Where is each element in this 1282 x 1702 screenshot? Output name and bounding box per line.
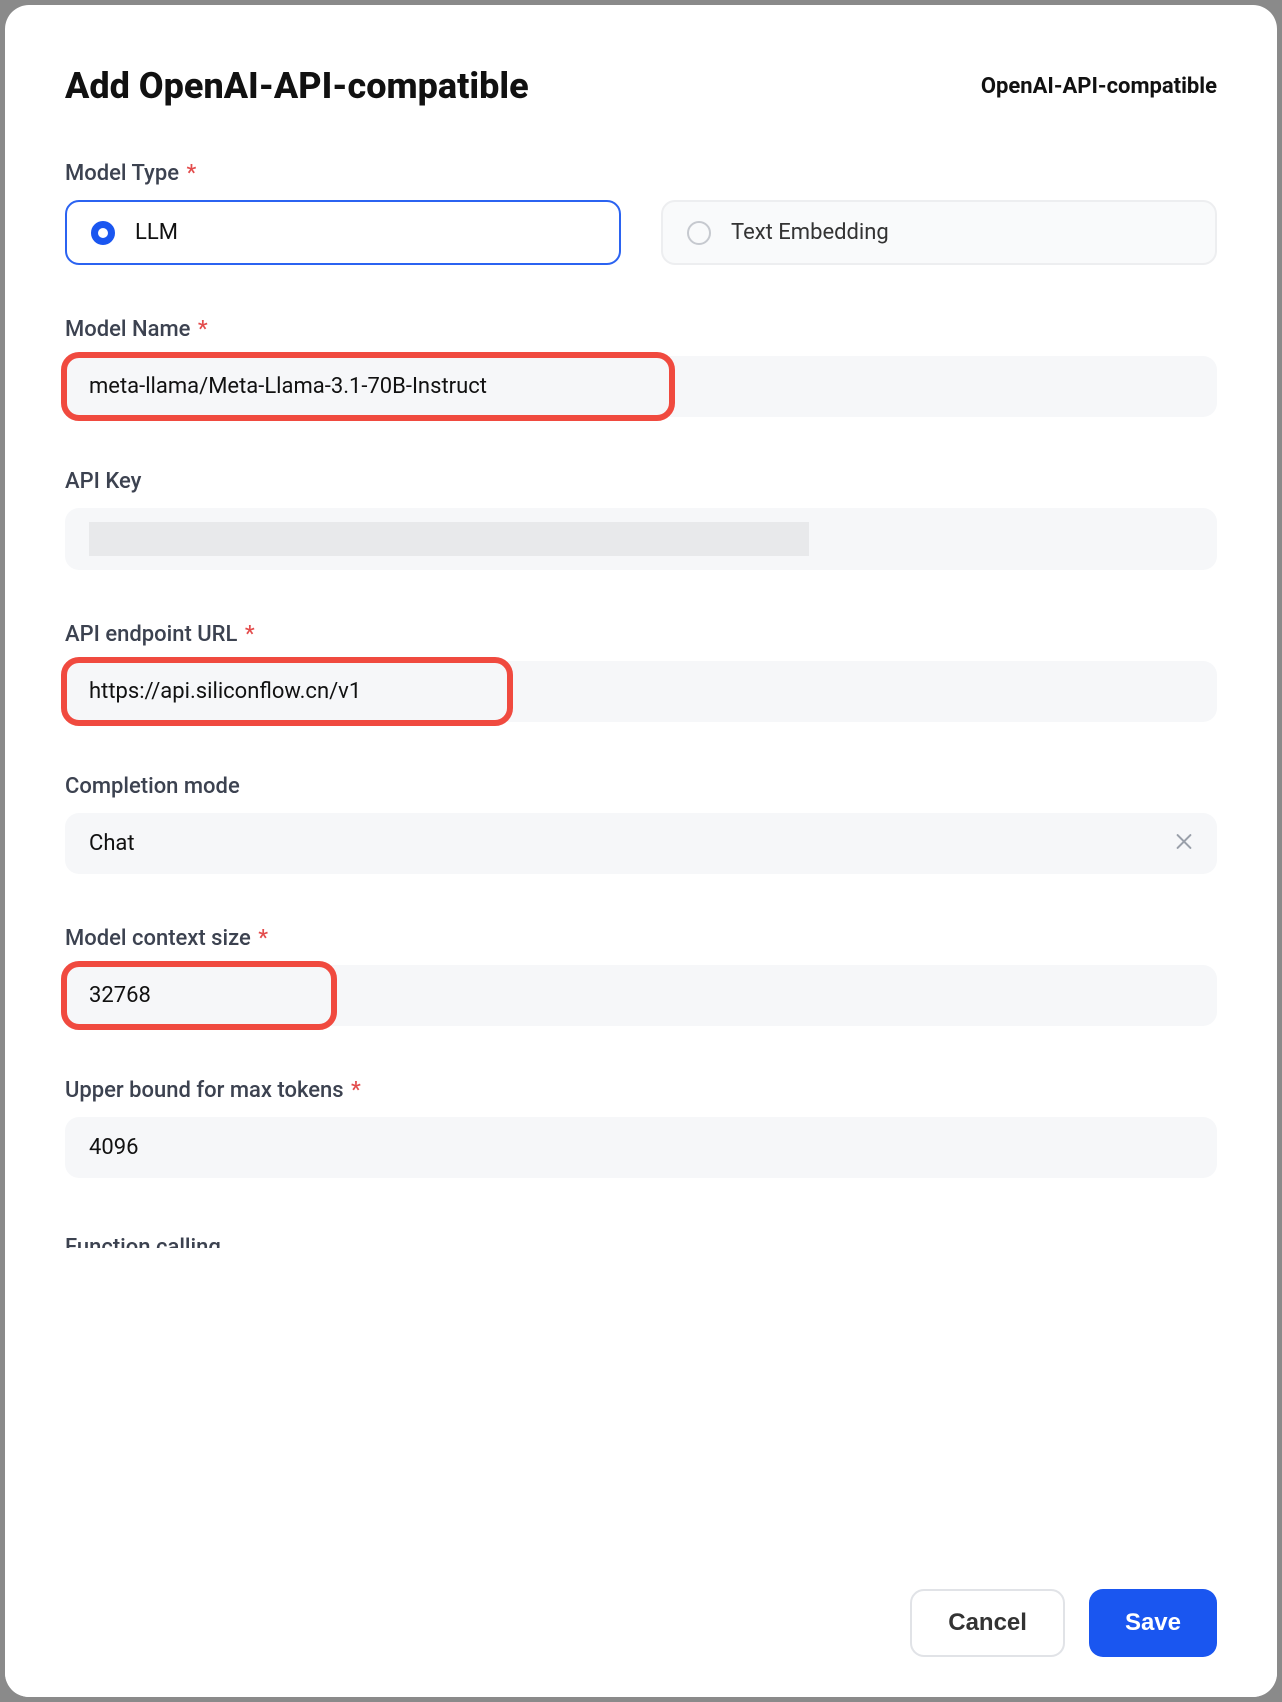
save-button[interactable]: Save	[1089, 1589, 1217, 1657]
required-asterisk: *	[346, 1078, 361, 1103]
field-model-context-size: Model context size *	[65, 926, 1217, 1026]
input-model-name[interactable]	[65, 356, 1217, 417]
field-api-endpoint-url: API endpoint URL *	[65, 622, 1217, 722]
radio-selected-icon	[91, 221, 115, 245]
field-completion-mode: Completion mode	[65, 774, 1217, 874]
input-api-endpoint-url[interactable]	[65, 661, 1217, 722]
select-completion-mode[interactable]	[65, 813, 1217, 874]
field-model-type: Model Type * LLM Text Embedding	[65, 161, 1217, 265]
radio-llm[interactable]: LLM	[65, 200, 621, 265]
input-api-key[interactable]	[65, 508, 1217, 570]
label-api-key: API Key	[65, 469, 1217, 494]
radio-text-embedding-label: Text Embedding	[731, 220, 889, 245]
field-max-tokens: Upper bound for max tokens *	[65, 1078, 1217, 1178]
modal-header: Add OpenAI-API-compatible OpenAI-API-com…	[5, 5, 1277, 127]
input-max-tokens[interactable]	[65, 1117, 1217, 1178]
required-asterisk: *	[239, 622, 254, 647]
field-api-key: API Key	[65, 469, 1217, 570]
label-model-type: Model Type *	[65, 161, 1217, 186]
field-model-name: Model Name *	[65, 317, 1217, 417]
radio-llm-label: LLM	[135, 220, 178, 245]
label-model-name: Model Name *	[65, 317, 1217, 342]
label-api-endpoint-url: API endpoint URL *	[65, 622, 1217, 647]
label-max-tokens: Upper bound for max tokens *	[65, 1078, 1217, 1103]
required-asterisk: *	[192, 317, 207, 342]
required-asterisk: *	[253, 926, 268, 951]
modal-provider-name: OpenAI-API-compatible	[981, 74, 1217, 99]
label-completion-mode: Completion mode	[65, 774, 1217, 799]
cancel-button[interactable]: Cancel	[910, 1589, 1065, 1657]
modal-footer: Cancel Save	[5, 1565, 1277, 1697]
clear-completion-icon[interactable]	[1173, 830, 1195, 857]
label-model-context-size: Model context size *	[65, 926, 1217, 951]
modal-title: Add OpenAI-API-compatible	[65, 65, 529, 107]
radio-text-embedding[interactable]: Text Embedding	[661, 200, 1217, 265]
api-key-redacted	[89, 522, 809, 556]
add-model-modal: Add OpenAI-API-compatible OpenAI-API-com…	[5, 5, 1277, 1697]
radio-unselected-icon	[687, 221, 711, 245]
modal-body: Model Type * LLM Text Embedding Model Na…	[5, 127, 1277, 1565]
label-function-calling: Function calling	[65, 1230, 1217, 1248]
input-model-context-size[interactable]	[65, 965, 1217, 1026]
required-asterisk: *	[181, 161, 196, 186]
